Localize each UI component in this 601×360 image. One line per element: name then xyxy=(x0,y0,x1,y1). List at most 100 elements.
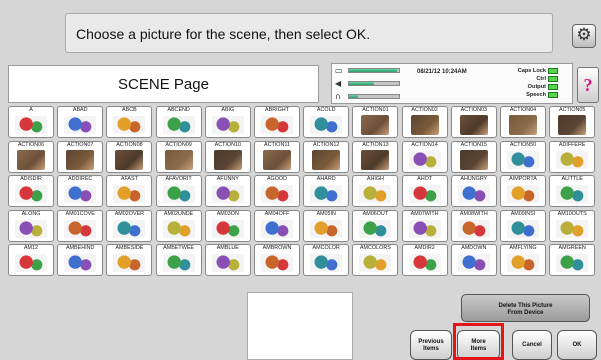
symbol-image xyxy=(64,185,97,203)
picture-tile[interactable]: ACTION50 xyxy=(500,140,546,173)
picture-tile[interactable]: ABIG xyxy=(204,106,251,138)
tile-label: AFAVORIT xyxy=(165,176,192,182)
symbol-image xyxy=(457,185,490,203)
picture-tile[interactable]: ACTION07 xyxy=(57,140,104,173)
picture-tile[interactable]: AMBESIDE xyxy=(106,244,153,276)
picture-tile[interactable]: ADISDIR xyxy=(8,175,54,207)
picture-tile[interactable]: AHOT xyxy=(401,175,448,207)
picture-tile[interactable]: ACTION08 xyxy=(106,140,153,173)
symbol-image xyxy=(459,149,488,170)
symbol-image xyxy=(361,149,390,170)
symbol-image xyxy=(15,185,47,203)
picture-tile[interactable]: ACTION14 xyxy=(401,140,448,173)
picture-tile[interactable]: ACTION13 xyxy=(352,140,399,173)
delete-picture-button[interactable]: Delete This Picture From Device xyxy=(461,294,590,322)
picture-tile[interactable]: AMCOLORS xyxy=(352,244,399,276)
tile-label: ACOLD xyxy=(316,107,336,113)
symbol-image xyxy=(162,254,195,272)
picture-tile[interactable]: AFUNNY xyxy=(204,175,251,207)
previous-items-button[interactable]: Previous Items xyxy=(410,330,452,360)
symbol-image xyxy=(211,254,244,272)
picture-tile[interactable]: AM06OUT xyxy=(352,209,399,242)
picture-tile[interactable]: ALITTLE xyxy=(549,175,596,207)
tile-label: AM04OFF xyxy=(264,210,290,217)
picture-tile[interactable]: ACTION01 xyxy=(352,106,399,138)
ok-button[interactable]: OK xyxy=(557,330,597,360)
symbol-image xyxy=(261,254,293,272)
tile-label: AMBLUE xyxy=(216,245,239,251)
picture-tile[interactable]: ACTION11 xyxy=(254,140,300,173)
picture-tile[interactable]: AM12 xyxy=(8,244,54,276)
symbol-image xyxy=(507,150,539,169)
picture-tile[interactable]: AM03ON xyxy=(204,209,251,242)
picture-tile[interactable]: AMFLYING xyxy=(500,244,546,276)
picture-tile[interactable]: AM04OFF xyxy=(254,209,300,242)
picture-tile[interactable]: AMDIR2 xyxy=(401,244,448,276)
picture-tile[interactable]: AM01COVE xyxy=(57,209,104,242)
picture-tile[interactable]: ACTION09 xyxy=(155,140,202,173)
symbol-image xyxy=(261,219,293,238)
picture-tile[interactable]: ADIFFERE xyxy=(549,140,596,173)
picture-tile[interactable]: ADDIREC xyxy=(57,175,104,207)
picture-tile[interactable]: AMBROWN xyxy=(254,244,300,276)
symbol-image xyxy=(359,185,392,203)
symbol-image xyxy=(113,219,146,238)
picture-tile[interactable]: ACTION15 xyxy=(450,140,497,173)
picture-tile[interactable]: ACTION10 xyxy=(204,140,251,173)
picture-tile[interactable]: ACTION05 xyxy=(549,106,596,138)
picture-tile[interactable]: ACTION04 xyxy=(500,106,546,138)
picture-tile[interactable]: AM07WITH xyxy=(401,209,448,242)
picture-tile[interactable]: ALONG xyxy=(8,209,54,242)
cancel-button[interactable]: Cancel xyxy=(512,330,552,360)
picture-tile[interactable]: AM05IN xyxy=(303,209,350,242)
picture-tile[interactable]: AHIGH xyxy=(352,175,399,207)
picture-tile[interactable]: AM08WITH xyxy=(450,209,497,242)
picture-tile[interactable]: AM09INSI xyxy=(500,209,546,242)
picture-tile[interactable]: ABRIGHT xyxy=(254,106,300,138)
tile-label: ACTION06 xyxy=(17,141,45,148)
speaker-icon: ◀ xyxy=(335,79,342,88)
symbol-image xyxy=(17,149,45,170)
picture-tile[interactable]: A xyxy=(8,106,54,138)
settings-gear-icon[interactable]: ⚙ xyxy=(572,24,596,48)
picture-tile[interactable]: AFAST xyxy=(106,175,153,207)
symbol-image xyxy=(213,149,242,170)
picture-tile[interactable]: AMDOWN xyxy=(450,244,497,276)
help-button[interactable]: ? xyxy=(577,67,599,103)
picture-tile[interactable]: AMBLUE xyxy=(204,244,251,276)
picture-tile[interactable]: AM10OUTS xyxy=(549,209,596,242)
tile-label: ACTION50 xyxy=(509,141,537,148)
picture-tile[interactable]: AIMPORTA xyxy=(500,175,546,207)
tile-label: AM10OUTS xyxy=(557,210,587,217)
picture-tile[interactable]: ABCB xyxy=(106,106,153,138)
tile-label: AMBEHIND xyxy=(65,245,95,251)
picture-tile[interactable]: ACTION02 xyxy=(401,106,448,138)
picture-tile[interactable]: AMBETWEE xyxy=(155,244,202,276)
picture-tile[interactable]: AHARD xyxy=(303,175,350,207)
symbol-image xyxy=(64,219,97,238)
tile-label: ABAD xyxy=(72,107,88,113)
picture-tile[interactable]: AHUNGRY xyxy=(450,175,497,207)
symbol-image xyxy=(359,219,392,238)
picture-tile[interactable]: ACTION06 xyxy=(8,140,54,173)
symbol-image xyxy=(361,115,390,135)
picture-tile[interactable]: AFAVORIT xyxy=(155,175,202,207)
picture-tile[interactable]: ACTION12 xyxy=(303,140,350,173)
symbol-image xyxy=(162,219,195,238)
picture-tile[interactable]: ACTION03 xyxy=(450,106,497,138)
picture-tile[interactable]: ABCEND xyxy=(155,106,202,138)
picture-tile[interactable]: AMGREEN xyxy=(549,244,596,276)
picture-tile[interactable]: ACOLD xyxy=(303,106,350,138)
tile-label: AM07WITH xyxy=(410,210,439,217)
tile-label: ACTION01 xyxy=(362,107,389,113)
picture-tile[interactable]: AM02UNDE xyxy=(155,209,202,242)
picture-tile[interactable]: AM02OVER xyxy=(106,209,153,242)
picture-tile[interactable]: AMCOLOR xyxy=(303,244,350,276)
symbol-image xyxy=(310,219,343,238)
symbol-image xyxy=(211,219,244,238)
tile-label: AMBETWEE xyxy=(163,245,195,251)
symbol-image xyxy=(15,219,47,238)
picture-tile[interactable]: AMBEHIND xyxy=(57,244,104,276)
picture-tile[interactable]: AGOOD xyxy=(254,175,300,207)
picture-tile[interactable]: ABAD xyxy=(57,106,104,138)
